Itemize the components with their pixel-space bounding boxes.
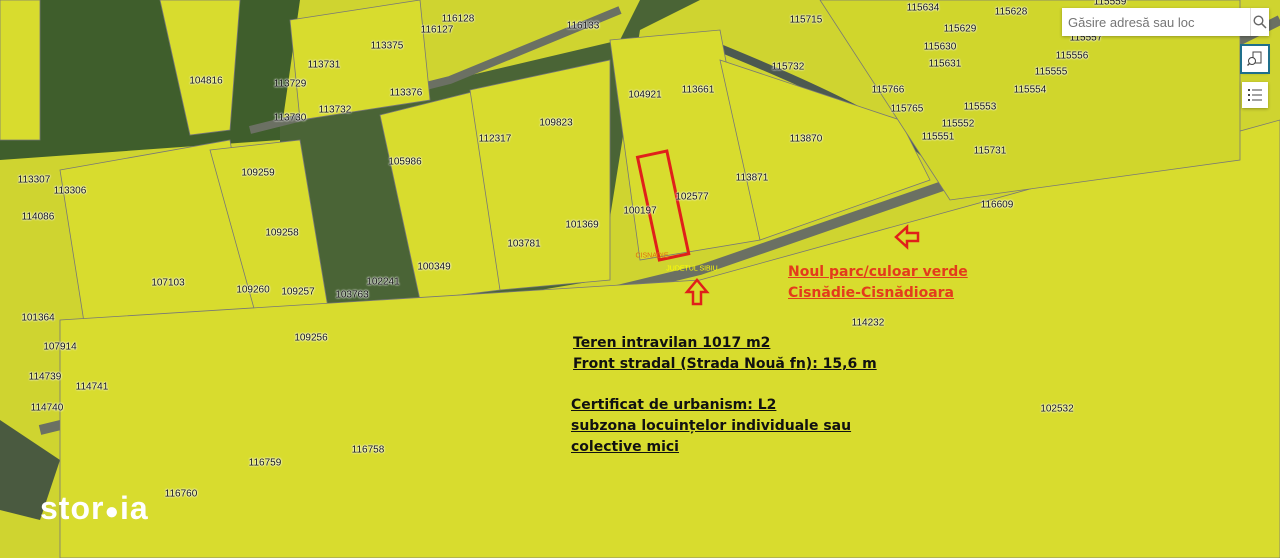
parcel-label: 114739 [28, 371, 62, 383]
parcel-label: 115628 [994, 6, 1028, 18]
parcel-label: 115715 [789, 14, 823, 26]
parcel-label: 115766 [871, 84, 905, 96]
land-annotation: Teren intravilan 1017 m2 Front stradal (… [573, 333, 877, 375]
parcel-label: 116759 [248, 457, 282, 469]
parcel-label: 113306 [53, 185, 87, 197]
parcel-label: 115731 [973, 145, 1007, 157]
parcel-label: 113730 [273, 112, 307, 124]
parcel-label: 115732 [771, 61, 805, 73]
parcel-label: 113661 [681, 84, 715, 96]
parcel-label: 109256 [294, 332, 328, 344]
cert-line-3: colective mici [571, 439, 679, 455]
parcel-label: 102577 [675, 191, 709, 203]
parcel-label: 115630 [923, 41, 957, 53]
parcel-label: 109258 [265, 227, 299, 239]
parcel-label: 113376 [389, 87, 423, 99]
parcel-label: 115559 [1093, 0, 1127, 8]
land-line-1: Teren intravilan 1017 m2 [573, 335, 771, 351]
parcel-label: 104921 [628, 89, 662, 101]
legend-button[interactable] [1242, 82, 1268, 108]
parcel-label: 100349 [417, 261, 451, 273]
parcel-label: 114741 [75, 381, 109, 393]
search-icon [1253, 15, 1267, 29]
search-input[interactable] [1062, 9, 1250, 35]
storia-logo: stor●ia [40, 490, 149, 526]
identify-icon [1247, 51, 1262, 66]
parcel-label: 103781 [507, 238, 541, 250]
cert-line-2: subzona locuințelor individuale sau [571, 418, 852, 434]
parcel-label: 115554 [1013, 84, 1047, 96]
parcel-label: 103763 [335, 289, 369, 301]
parcel-label: 115552 [941, 118, 975, 130]
parcel-label: 114740 [30, 402, 64, 414]
county-label: JUDETUL SIBIU [666, 265, 718, 273]
search-button[interactable] [1250, 8, 1269, 36]
parcel-label: 101364 [21, 312, 55, 324]
parcel-label: 114232 [851, 317, 885, 329]
parcel-label: 115765 [890, 103, 924, 115]
parcel-label: 113870 [789, 133, 823, 145]
parcel-label: 113375 [370, 40, 404, 52]
parcel-label: 116609 [980, 199, 1014, 211]
parcel-label: 109257 [281, 286, 315, 298]
parcel-label: 115553 [963, 101, 997, 113]
parcel-label: 100197 [623, 205, 657, 217]
town-label: CISNADIE [635, 252, 669, 260]
parcel-label: 113729 [273, 78, 307, 90]
parcel-label: 116758 [351, 444, 385, 456]
list-icon [1248, 89, 1262, 101]
land-line-2: Front stradal (Strada Nouă fn): 15,6 m [573, 356, 877, 372]
cert-line-1: Certificat de urbanism: L2 [571, 397, 777, 413]
parcel-label: 114086 [21, 211, 55, 223]
parcel-label: 115551 [921, 131, 955, 143]
parcel-label: 109260 [236, 284, 270, 296]
parcel-label: 107914 [43, 341, 77, 353]
park-line-1: Noul parc/culoar verde [788, 264, 968, 280]
parcel-label: 109823 [539, 117, 573, 129]
parcel-label: 102241 [366, 276, 400, 288]
parcel-label: 101369 [565, 219, 599, 231]
parcel-label: 113871 [735, 172, 769, 184]
parcel-label: 115629 [943, 23, 977, 35]
vegetation-area [0, 0, 300, 160]
parcel-label: 109259 [241, 167, 275, 179]
parcel-label: 116133 [566, 20, 600, 32]
parcel-label: 116128 [441, 13, 475, 25]
identify-button[interactable] [1240, 44, 1270, 74]
parcel-label: 104816 [189, 75, 223, 87]
parcel-label: 102532 [1040, 403, 1074, 415]
parcel-label: 112317 [478, 133, 512, 145]
parcel-label: 115555 [1034, 66, 1068, 78]
parcel-label: 115634 [906, 2, 940, 14]
parcel-label: 107103 [151, 277, 185, 289]
parcel-label: 113732 [318, 104, 352, 116]
park-line-2: Cisnădie-Cisnădioara [788, 285, 955, 301]
parcel-label: 115631 [928, 58, 962, 70]
certificate-annotation: Certificat de urbanism: L2 subzona locui… [571, 395, 851, 458]
park-annotation: Noul parc/culoar verde Cisnădie-Cisnădio… [788, 262, 968, 304]
address-search [1062, 8, 1269, 36]
parcel-label: 116760 [164, 488, 198, 500]
parcel-label: 105986 [388, 156, 422, 168]
parcel-label: 113307 [17, 174, 51, 186]
parcel-label: 116127 [420, 24, 454, 36]
parcel-label: 115556 [1055, 50, 1089, 62]
parcel-label: 113731 [307, 59, 341, 71]
